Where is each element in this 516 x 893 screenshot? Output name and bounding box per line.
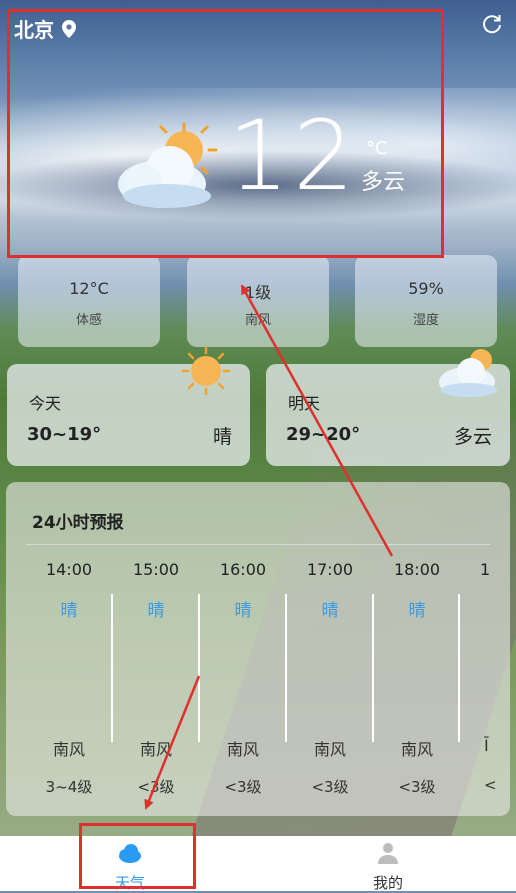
tile-label: 体感 — [75, 313, 102, 328]
hour-time: 15:00 — [132, 560, 180, 579]
hour-weather: 晴 — [321, 601, 339, 621]
hour-weather: 晴 — [408, 601, 426, 621]
hour-time: 14:00 — [45, 560, 93, 579]
refresh-icon[interactable] — [481, 13, 503, 35]
hourly-forecast-panel[interactable]: 24小时预报 14:00 晴 南风 3~4级 15:00 晴 南风 <3级 16… — [6, 482, 510, 816]
divider — [26, 544, 490, 545]
hour-wind-speed: 3~4级 — [45, 778, 93, 796]
highlight-box-current-weather — [7, 9, 444, 258]
hour-wind-dir: Ī — [484, 736, 489, 755]
day-temp-range: 30~19° — [27, 424, 102, 445]
hour-wind-speed: < — [484, 776, 497, 794]
hour-time: 17:00 — [306, 560, 354, 579]
sun-icon — [181, 346, 231, 396]
hour-weather: 晴 — [234, 601, 252, 621]
person-icon — [378, 843, 398, 864]
column-divider — [458, 594, 460, 742]
tile-humidity: 59% 湿度 — [355, 255, 497, 347]
day-label: 明天 — [288, 394, 321, 413]
tile-label: 湿度 — [412, 313, 439, 328]
tile-value: 12°C — [69, 279, 109, 298]
hour-weather: 晴 — [147, 601, 165, 621]
tab-me[interactable]: 我的 — [343, 836, 433, 892]
day-temp-range: 29~20° — [286, 424, 361, 445]
day-weather: 多云 — [453, 426, 492, 448]
hour-time: 16:00 — [219, 560, 267, 579]
hour-wind-speed: <3级 — [398, 778, 436, 796]
hour-weather: 晴 — [60, 601, 78, 621]
day-label: 今天 — [29, 394, 62, 413]
hour-wind-speed: <3级 — [224, 778, 262, 796]
highlight-box-weather-tab — [79, 823, 196, 889]
partly-cloudy-small-icon — [439, 349, 497, 397]
panel-title: 24小时预报 — [32, 513, 124, 533]
hour-time: 18:00 — [393, 560, 441, 579]
hour-wind-speed: <3级 — [311, 778, 349, 796]
hour-wind-dir: 南风 — [313, 740, 346, 759]
tile-value: 59% — [408, 279, 444, 298]
tile-value: 1级 — [244, 283, 272, 302]
tile-feels-like: 12°C 体感 — [18, 255, 160, 347]
hour-wind-dir: 南风 — [226, 740, 259, 759]
day-weather: 晴 — [212, 426, 232, 448]
hour-wind-dir: 南风 — [400, 740, 433, 759]
hour-time: 1 — [480, 560, 491, 579]
tab-label: 我的 — [372, 874, 403, 892]
hour-wind-speed: <3级 — [137, 778, 175, 796]
hour-wind-dir: 南风 — [52, 740, 85, 759]
hour-wind-dir: 南风 — [139, 740, 172, 759]
bottom-tab-bar: 天气 我的 — [0, 836, 516, 892]
tile-label: 南风 — [244, 313, 271, 328]
tile-wind: 1级 南风 — [187, 255, 329, 347]
